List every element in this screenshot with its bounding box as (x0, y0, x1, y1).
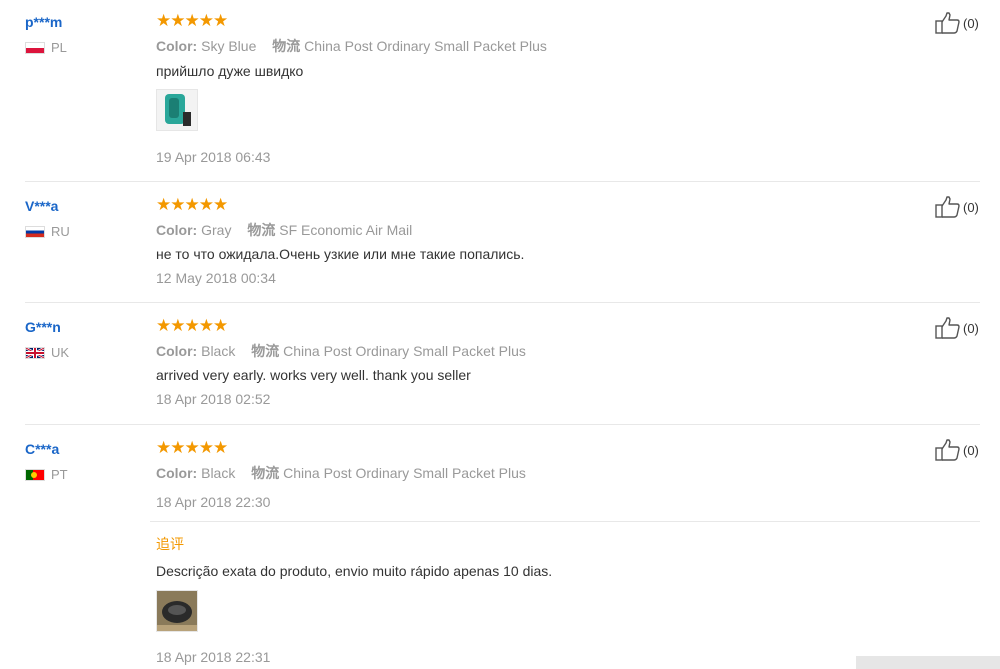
review-date: 19 Apr 2018 06:43 (156, 149, 271, 165)
color-label: Color: (156, 222, 198, 238)
thumbs-up-icon (935, 317, 960, 339)
color-label: Color: (156, 38, 198, 54)
color-label: Color: (156, 343, 198, 359)
review-text: прийшло дуже швидко (156, 63, 304, 79)
flag-ru-icon (25, 225, 45, 238)
reviewer-country: RU (25, 224, 70, 239)
like-button[interactable]: (0) (935, 12, 979, 34)
reviewer-name[interactable]: V***a (25, 198, 58, 214)
thumbs-up-icon (935, 439, 960, 461)
followup-photo-thumbnail[interactable] (156, 590, 198, 632)
like-button[interactable]: (0) (935, 317, 979, 339)
shipping-label: 物流 (272, 38, 301, 54)
reviewer-country: UK (25, 345, 69, 360)
followup-date: 18 Apr 2018 22:31 (156, 649, 271, 665)
reviewer-country: PL (25, 40, 67, 55)
shipping-value: SF Economic Air Mail (279, 222, 413, 238)
reviewer-country: PT (25, 467, 68, 482)
reviewer-name[interactable]: p***m (25, 14, 62, 30)
review-meta: Color: Black 物流 China Post Ordinary Smal… (156, 341, 526, 361)
star-rating: ★★★★★ (156, 11, 228, 30)
followup-label: 追评 (156, 536, 184, 552)
review-date: 18 Apr 2018 02:52 (156, 391, 271, 407)
like-count: (0) (963, 199, 979, 215)
country-code: PT (51, 467, 68, 482)
shipping-value: China Post Ordinary Small Packet Plus (304, 38, 547, 54)
like-count: (0) (963, 320, 979, 336)
review-meta: Color: Gray 物流 SF Economic Air Mail (156, 220, 412, 240)
color-value: Black (201, 465, 236, 481)
shipping-value: China Post Ordinary Small Packet Plus (283, 343, 526, 359)
flag-pl-icon (25, 41, 45, 54)
star-rating: ★★★★★ (156, 195, 228, 214)
followup-text: Descrição exata do produto, envio muito … (156, 563, 553, 579)
review-photo-thumbnail[interactable] (156, 89, 198, 131)
color-value: Sky Blue (201, 38, 257, 54)
thumbs-up-icon (935, 12, 960, 34)
reviewer-name[interactable]: G***n (25, 319, 61, 335)
country-code: UK (51, 345, 70, 360)
photo-image (157, 591, 197, 631)
photo-image (157, 90, 197, 130)
review-date: 12 May 2018 00:34 (156, 270, 276, 286)
thumbs-up-icon (935, 196, 960, 218)
shipping-label: 物流 (251, 465, 280, 481)
shipping-label: 物流 (251, 343, 280, 359)
color-label: Color: (156, 465, 198, 481)
flag-pt-icon (25, 468, 45, 481)
like-count: (0) (963, 442, 979, 458)
star-rating: ★★★★★ (156, 316, 228, 335)
color-value: Black (201, 343, 236, 359)
like-button[interactable]: (0) (935, 439, 979, 461)
flag-uk-icon (25, 346, 45, 359)
review-meta: Color: Sky Blue 物流 China Post Ordinary S… (156, 36, 547, 56)
review-meta: Color: Black 物流 China Post Ordinary Smal… (156, 463, 526, 483)
reviewer-name[interactable]: C***a (25, 441, 59, 457)
country-code: RU (51, 224, 70, 239)
followup-divider (150, 521, 980, 522)
like-count: (0) (963, 15, 979, 31)
review-divider (25, 424, 980, 425)
review-text: не то что ожидала.Очень узкие или мне та… (156, 246, 525, 262)
uk-cross-icon (26, 347, 44, 358)
horizontal-scrollbar[interactable] (856, 656, 1000, 669)
color-value: Gray (201, 222, 232, 238)
like-button[interactable]: (0) (935, 196, 979, 218)
review-divider (25, 302, 980, 303)
country-code: PL (51, 40, 67, 55)
shipping-value: China Post Ordinary Small Packet Plus (283, 465, 526, 481)
shipping-label: 物流 (247, 222, 276, 238)
review-text: arrived very early. works very well. tha… (156, 367, 471, 383)
review-date: 18 Apr 2018 22:30 (156, 494, 271, 510)
review-divider (25, 181, 980, 182)
star-rating: ★★★★★ (156, 438, 228, 457)
